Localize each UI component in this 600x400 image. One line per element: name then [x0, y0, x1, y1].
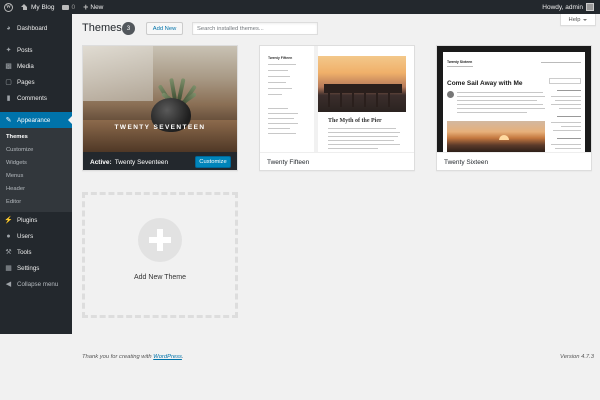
sidebar-item-media[interactable]: ▩ Media: [0, 58, 72, 74]
caret-down-icon: [583, 18, 588, 21]
add-new-button[interactable]: Add New: [146, 22, 183, 35]
wrench-icon: ⚒: [5, 249, 12, 256]
collapse-icon: ◀: [5, 281, 12, 288]
brush-icon: ✎: [5, 117, 12, 124]
sidebar-item-label: Dashboard: [17, 24, 48, 32]
footer-thanks-prefix: Thank you for creating with: [82, 354, 152, 360]
sidebar-item-label: Tools: [17, 248, 32, 256]
theme-card-twenty-seventeen[interactable]: TWENTY SEVENTEEN Active: Twenty Seventee…: [82, 45, 238, 171]
sidebar-item-label: Posts: [17, 46, 33, 54]
sidebar-item-label: Plugins: [17, 216, 38, 224]
admin-sidebar: ◕ Dashboard ✦ Posts ▩ Media ▢ Pages ▮ Co…: [0, 14, 72, 334]
page-title: Themes: [82, 22, 122, 34]
theme-name-bar: Twenty Fifteen: [260, 152, 414, 170]
comments-menu[interactable]: 0: [58, 0, 79, 14]
theme-screenshot[interactable]: TWENTY SEVENTEEN: [83, 46, 237, 152]
add-new-theme-label: Add New Theme: [133, 273, 186, 281]
screenshot-site-title: Twenty Fifteen: [268, 56, 293, 60]
sidebar-item-label: Collapse menu: [17, 280, 59, 288]
screenshot-post-title: The Myth of the Pier: [328, 118, 382, 124]
comments-count: 0: [71, 3, 76, 11]
sidebar-item-posts[interactable]: ✦ Posts: [0, 42, 72, 58]
theme-name-bar: Twenty Sixteen: [437, 152, 591, 170]
submenu-menus[interactable]: Menus: [0, 169, 72, 182]
sidebar-item-pages[interactable]: ▢ Pages: [0, 74, 72, 90]
theme-name-bar: Active: Twenty Seventeen Customize: [83, 152, 237, 170]
screenshot-site-title: Twenty Sixteen: [447, 60, 473, 64]
sidebar-item-settings[interactable]: ▦ Settings: [0, 260, 72, 276]
plug-icon: ⚡: [4, 217, 13, 224]
sidebar-item-label: Settings: [17, 264, 40, 272]
submenu-widgets[interactable]: Widgets: [0, 156, 72, 169]
screenshot-title: TWENTY SEVENTEEN: [114, 124, 206, 131]
sidebar-item-label: Users: [17, 232, 34, 240]
theme-screenshot[interactable]: Twenty Sixteen Come Sail Away with Me: [437, 46, 591, 152]
sidebar-item-comments[interactable]: ▮ Comments: [0, 90, 72, 106]
footer-thanks: Thank you for creating with WordPress.: [82, 354, 184, 360]
submenu-header[interactable]: Header: [0, 182, 72, 195]
customize-button[interactable]: Customize: [195, 156, 231, 168]
greeting: Howdy, admin: [542, 3, 583, 11]
sidebar-item-appearance[interactable]: ✎ Appearance: [0, 112, 72, 128]
theme-card-twenty-sixteen[interactable]: Twenty Sixteen Come Sail Away with Me Tw…: [436, 45, 592, 171]
new-content-menu[interactable]: + New: [79, 0, 107, 14]
plus-icon: [138, 217, 182, 262]
comment-bubble-icon: [62, 4, 70, 10]
admin-bar: W My Blog 0 + New Howdy, admin: [0, 0, 600, 14]
sidebar-item-tools[interactable]: ⚒ Tools: [0, 244, 72, 260]
screenshot-post-title: Come Sail Away with Me: [447, 80, 523, 87]
appearance-submenu: Themes Customize Widgets Menus Header Ed…: [0, 128, 72, 212]
site-name: My Blog: [31, 3, 55, 11]
sidebar-item-label: Comments: [17, 94, 47, 102]
theme-card-twenty-fifteen[interactable]: Twenty Fifteen The Myth of the Pier Twen…: [259, 45, 415, 171]
theme-count-badge: 3: [122, 22, 135, 35]
help-label: Help: [568, 16, 581, 23]
pin-icon: ✦: [5, 47, 12, 54]
dashboard-icon: ◕: [6, 24, 11, 32]
theme-name: Twenty Fifteen: [267, 159, 310, 166]
wordpress-link[interactable]: WordPress: [153, 354, 182, 360]
page-icon: ▢: [5, 79, 12, 86]
home-icon: [21, 4, 28, 10]
footer-version: Version 4.7.3: [560, 354, 594, 360]
comment-icon: ▮: [6, 95, 11, 102]
theme-name: Twenty Seventeen: [114, 158, 169, 166]
users-icon: ●: [6, 232, 11, 240]
theme-screenshot[interactable]: Twenty Fifteen The Myth of the Pier: [260, 46, 414, 152]
sidebar-item-label: Pages: [17, 78, 35, 86]
sidebar-item-label: Appearance: [17, 116, 51, 124]
submenu-editor[interactable]: Editor: [0, 195, 72, 208]
avatar: [586, 3, 594, 11]
theme-name: Twenty Sixteen: [444, 159, 489, 166]
footer-thanks-suffix: .: [181, 354, 184, 360]
sidebar-item-plugins[interactable]: ⚡ Plugins: [0, 212, 72, 228]
my-account-menu[interactable]: Howdy, admin: [542, 3, 600, 11]
active-label: Active:: [90, 158, 112, 166]
media-icon: ▩: [5, 63, 12, 70]
wordpress-icon: W: [4, 2, 13, 12]
submenu-customize[interactable]: Customize: [0, 143, 72, 156]
sidebar-item-label: Media: [17, 62, 34, 70]
collapse-menu-button[interactable]: ◀ Collapse menu: [0, 276, 72, 292]
site-name-menu[interactable]: My Blog: [17, 0, 58, 14]
help-tab-button[interactable]: Help: [560, 14, 596, 26]
wp-logo-menu[interactable]: W: [0, 0, 17, 14]
search-themes-input[interactable]: [192, 22, 318, 35]
add-new-theme-card[interactable]: Add New Theme: [82, 192, 238, 318]
sidebar-item-users[interactable]: ● Users: [0, 228, 72, 244]
plus-icon: +: [83, 1, 89, 12]
new-label: New: [90, 3, 104, 11]
sidebar-item-dashboard[interactable]: ◕ Dashboard: [0, 20, 72, 36]
submenu-themes[interactable]: Themes: [0, 130, 72, 143]
settings-icon: ▦: [5, 265, 12, 272]
